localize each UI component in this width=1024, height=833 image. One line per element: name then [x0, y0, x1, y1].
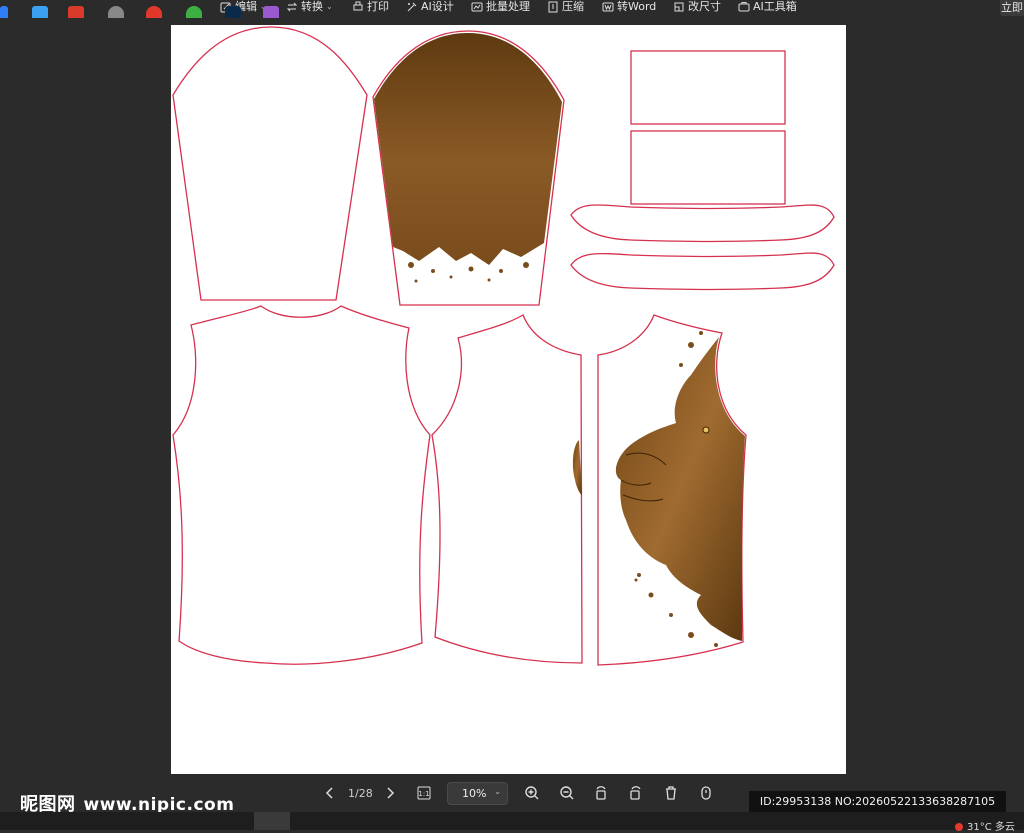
browser-icon[interactable]: [146, 6, 162, 18]
chevron-right-icon: [387, 787, 395, 799]
zoom-value: 10%: [462, 787, 487, 800]
buy-now-button[interactable]: 立即: [1000, 0, 1024, 16]
waistband-strip-1: [570, 204, 835, 243]
document-page: [171, 25, 846, 774]
zoom-out-icon: [560, 786, 574, 800]
chevron-down-icon: ⌄: [494, 787, 501, 796]
page-indicator: 1/28: [348, 787, 373, 800]
compress-label: 压缩: [562, 0, 584, 13]
convert-menu[interactable]: 转换 ⌄: [286, 0, 333, 14]
trash-icon: [666, 786, 676, 800]
ai-design-button[interactable]: AI设计: [406, 0, 454, 14]
delete-button[interactable]: [660, 782, 682, 804]
zoom-in-icon: [525, 786, 539, 800]
resize-button[interactable]: 改尺寸: [673, 0, 721, 14]
next-page-button[interactable]: [379, 782, 401, 804]
resize-icon: [674, 2, 684, 12]
pocket-piece-2: [630, 130, 786, 205]
ai-toolbox-button[interactable]: AI工具箱: [738, 0, 797, 14]
rotate-left-button[interactable]: [590, 782, 612, 804]
convert-menu-label: 转换: [301, 0, 323, 13]
app-purple-icon[interactable]: [263, 6, 279, 18]
weather-text: 31°C 多云: [967, 822, 1015, 833]
fit-page-icon: 1:1: [417, 786, 431, 800]
app-red-icon[interactable]: [68, 6, 84, 18]
front-left-body-piece: [431, 314, 583, 664]
garment-pattern-drawing: [172, 26, 835, 666]
compress-button[interactable]: 压缩: [547, 0, 584, 14]
back-body-piece: [172, 305, 431, 665]
ai-design-label: AI设计: [421, 0, 454, 13]
print-button[interactable]: 打印: [352, 0, 389, 14]
resize-label: 改尺寸: [688, 0, 721, 13]
left-sleeve-piece: [172, 26, 368, 301]
ai-design-icon: [407, 2, 417, 12]
image-id-label: ID:29953138 NO:20260522133638287105: [749, 791, 1006, 812]
print-label: 打印: [367, 0, 389, 13]
zoom-in-button[interactable]: [521, 782, 543, 804]
zoom-select[interactable]: 10% ⌄: [447, 782, 508, 805]
to-word-label: 转Word: [617, 0, 657, 13]
info-icon: [701, 786, 711, 800]
sleeve-print-texture: [374, 33, 562, 265]
chevron-down-icon: ⌄: [326, 2, 333, 11]
fit-page-button[interactable]: 1:1: [413, 782, 435, 804]
zoom-out-button[interactable]: [556, 782, 578, 804]
photoshop-icon[interactable]: [225, 6, 241, 18]
batch-label: 批量处理: [486, 0, 530, 13]
system-tray: 31°C 多云: [955, 818, 1015, 833]
taskbar-active-app[interactable]: [254, 812, 290, 830]
prev-page-button[interactable]: [319, 782, 341, 804]
rotate-left-icon: [596, 786, 606, 800]
app-green-icon[interactable]: [186, 6, 202, 18]
taskbar: [0, 812, 1024, 830]
print-icon: [353, 1, 363, 11]
chevron-left-icon: [325, 787, 333, 799]
rotate-right-button[interactable]: [625, 782, 647, 804]
convert-icon: [286, 2, 298, 12]
pocket-piece-1: [630, 50, 786, 125]
ai-toolbox-icon: [738, 2, 750, 12]
batch-icon: [471, 2, 483, 12]
ai-toolbox-label: AI工具箱: [753, 0, 797, 13]
start-icon[interactable]: [0, 6, 8, 18]
compress-icon: [548, 1, 558, 13]
to-word-button[interactable]: 转Word: [602, 0, 656, 14]
svg-text:1:1: 1:1: [418, 790, 429, 798]
waistband-strip-2: [570, 252, 835, 291]
info-button[interactable]: [695, 782, 717, 804]
app-grey-icon[interactable]: [108, 6, 124, 18]
word-icon: [602, 2, 614, 12]
flutter-icon[interactable]: [32, 6, 48, 18]
rotate-right-icon: [630, 786, 641, 800]
batch-button[interactable]: 批量处理: [471, 0, 530, 14]
